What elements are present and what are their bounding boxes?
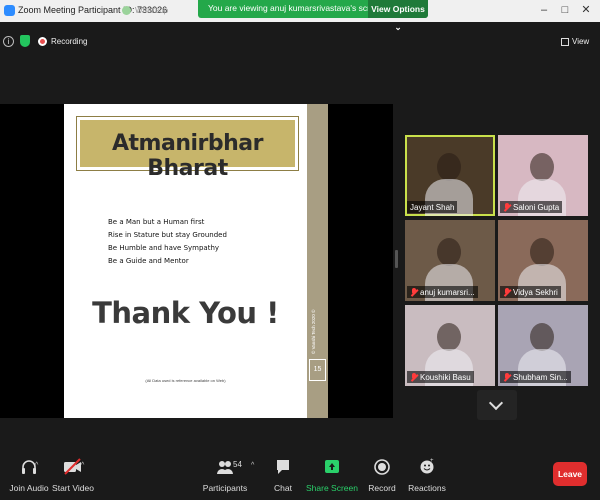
slide-title: Atmanirbhar Bharat [112, 131, 263, 181]
mic-muted-icon [503, 287, 511, 297]
background-app-icon [122, 6, 131, 15]
security-shield-icon[interactable] [20, 35, 30, 47]
participant-name-bar: Koushiki Basu [407, 371, 474, 383]
chevron-down-icon [488, 395, 504, 411]
participants-button[interactable]: Participants [203, 458, 247, 493]
slide-title-box: Atmanirbhar Bharat [76, 116, 299, 181]
chat-button[interactable]: Chat [274, 458, 292, 493]
view-options-button[interactable]: View Options ⌄ [368, 0, 428, 32]
participants-icon [217, 461, 233, 474]
participant-video-figure [530, 323, 554, 351]
participant-name-bar: Jayant Shah [407, 201, 458, 213]
participant-tile[interactable]: Vidya Sekhri [498, 220, 588, 301]
panel-resize-handle[interactable] [395, 250, 398, 268]
meeting-toolbar: Join Audio ^ Start Video ^ Participants … [0, 440, 600, 500]
start-video-button[interactable]: Start Video [52, 458, 94, 493]
participant-count: 54 [233, 460, 242, 469]
reactions-button[interactable]: + Reactions [408, 458, 446, 493]
mic-muted-icon [410, 287, 418, 297]
participant-video-figure [530, 153, 554, 181]
chat-label: Chat [274, 483, 292, 493]
leave-meeting-button[interactable]: Leave [553, 462, 587, 486]
participant-name: Shubham Sin... [513, 372, 568, 382]
record-label: Record [368, 483, 396, 493]
close-button[interactable]: ✕ [577, 2, 595, 18]
recording-label: Recording [51, 37, 88, 46]
slide-bullet-lines: Be a Man but a Human first Rise in Statu… [108, 216, 258, 268]
video-options-caret-icon[interactable]: ^ [81, 462, 84, 469]
reactions-icon: + [420, 458, 434, 474]
slide-side-strip: © Vanshi Tech 2020 © 15 [307, 104, 328, 418]
participant-name-bar: anuj kumarsri... [407, 286, 478, 298]
share-screen-label: Share Screen [306, 483, 358, 493]
reactions-label: Reactions [408, 483, 446, 493]
slide-side-text: © Vanshi Tech 2020 © [311, 309, 316, 355]
mic-muted-icon [410, 372, 418, 382]
slide-line: Be a Guide and Mentor [108, 257, 189, 265]
participant-video-figure [437, 153, 461, 181]
gallery-view-icon[interactable] [561, 38, 569, 46]
audio-options-caret-icon[interactable]: ^ [35, 462, 38, 469]
slide-line: Be Humble and have Sympathy [108, 244, 220, 252]
meeting-status-bar: i Recording View [0, 30, 600, 54]
screen-share-banner: You are viewing anuj kumarsrivastava's s… [198, 0, 428, 32]
participant-tile[interactable]: Koushiki Basu [405, 305, 495, 386]
view-button-label[interactable]: View [572, 37, 589, 46]
slide-line: Be a Man but a Human first [108, 218, 205, 226]
participant-video-figure [530, 238, 554, 266]
share-screen-icon [325, 460, 339, 473]
video-off-icon [64, 458, 81, 475]
participant-name-bar: Vidya Sekhri [500, 286, 561, 298]
mic-muted-icon [503, 372, 511, 382]
slide-page-number: 15 [309, 359, 326, 381]
minimize-button[interactable]: – [535, 2, 553, 18]
chat-icon [277, 460, 289, 474]
zoom-app-icon [4, 5, 15, 16]
mic-muted-icon [503, 202, 511, 212]
participant-tile[interactable]: Saloni Gupta [498, 135, 588, 216]
participants-options-caret-icon[interactable]: ^ [251, 462, 254, 469]
participant-name-bar: Shubham Sin... [500, 371, 571, 383]
maximize-button[interactable]: □ [556, 2, 574, 18]
participants-label: Participants [202, 483, 248, 493]
participant-tile[interactable]: anuj kumarsri... [405, 220, 495, 301]
participant-name: anuj kumarsri... [420, 287, 475, 297]
participant-tile[interactable]: Shubham Sin... [498, 305, 588, 386]
slide-thank-you: Thank You ! [92, 296, 279, 330]
participant-name: Koushiki Basu [420, 372, 471, 382]
participant-video-figure [437, 238, 461, 266]
record-icon [374, 459, 390, 475]
record-button[interactable]: Record [368, 458, 396, 493]
participant-video-figure [437, 323, 461, 351]
slide-footnote: (All Data used is reference available on… [145, 378, 226, 383]
start-video-label: Start Video [52, 483, 94, 493]
participant-name: Saloni Gupta [513, 202, 560, 212]
screen-share-message: You are viewing anuj kumarsrivastava's s… [208, 3, 385, 13]
recording-icon [38, 37, 47, 46]
participant-name: Jayant Shah [410, 202, 455, 212]
gallery-next-page-button[interactable] [477, 390, 517, 420]
participant-tile[interactable]: Jayant Shah [405, 135, 495, 216]
svg-text:+: + [430, 458, 434, 464]
participant-name-bar: Saloni Gupta [500, 201, 563, 213]
participant-name: Vidya Sekhri [513, 287, 558, 297]
share-screen-button[interactable]: Share Screen [306, 458, 358, 493]
background-window-title: What'sup [135, 6, 169, 15]
slide-line: Rise in Stature but stay Grounded [108, 231, 227, 239]
meeting-info-icon[interactable]: i [3, 36, 14, 47]
join-audio-label: Join Audio [9, 483, 49, 493]
